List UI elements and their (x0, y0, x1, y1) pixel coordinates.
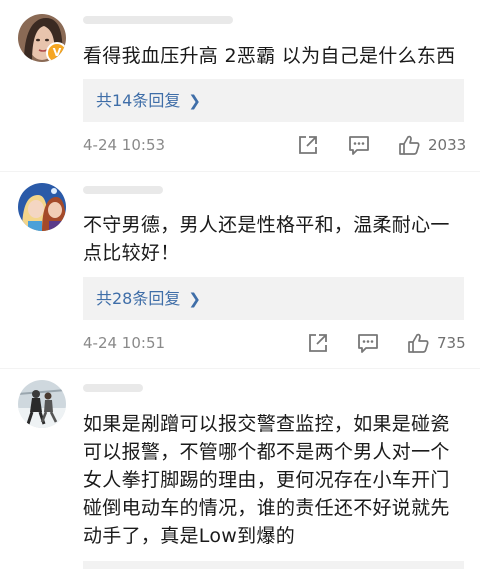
comment-text: 看得我血压升高 2恶霸 以为自己是什么东西 (83, 45, 456, 67)
comment-text: 如果是剐蹭可以报交警查监控，如果是碰瓷可以报警，不管哪个都不是两个男人对一个女人… (83, 413, 450, 547)
comment-text: 不守男德，男人还是性格平和，温柔耐心一点比较好！ (83, 214, 450, 264)
comment-time: 4-24 10:51 (83, 334, 166, 352)
username-placeholder[interactable] (83, 384, 143, 392)
divider (0, 368, 480, 369)
replies-label: 共14条回复 (96, 91, 181, 110)
share-icon[interactable] (297, 134, 319, 156)
avatar[interactable] (18, 380, 66, 428)
verified-badge-icon: V (46, 42, 66, 62)
replies-link[interactable]: 共28条回复 ❯ (83, 277, 464, 320)
share-icon[interactable] (307, 332, 329, 354)
replies-label: 共28条回复 (96, 289, 181, 308)
comment-meta: 4-24 10:51 735 (83, 332, 468, 356)
next-block-placeholder (83, 561, 464, 569)
thumbs-up-icon[interactable] (407, 332, 429, 354)
comment-icon[interactable] (348, 134, 370, 156)
username-placeholder[interactable] (83, 16, 233, 24)
username-placeholder[interactable] (83, 186, 163, 194)
avatar-image (18, 183, 66, 231)
divider (0, 171, 480, 172)
avatar-image (18, 380, 66, 428)
comment-time: 4-24 10:53 (83, 136, 166, 154)
comment-icon[interactable] (357, 332, 379, 354)
replies-link[interactable]: 共14条回复 ❯ (83, 79, 464, 122)
like-count: 735 (437, 334, 466, 352)
like-count: 2033 (428, 136, 467, 154)
avatar[interactable]: V (18, 14, 66, 62)
avatar[interactable] (18, 183, 66, 231)
chevron-right-icon: ❯ (188, 290, 201, 308)
chevron-right-icon: ❯ (188, 92, 201, 110)
thumbs-up-icon[interactable] (398, 134, 420, 156)
comment-meta: 4-24 10:53 2033 (83, 134, 468, 158)
